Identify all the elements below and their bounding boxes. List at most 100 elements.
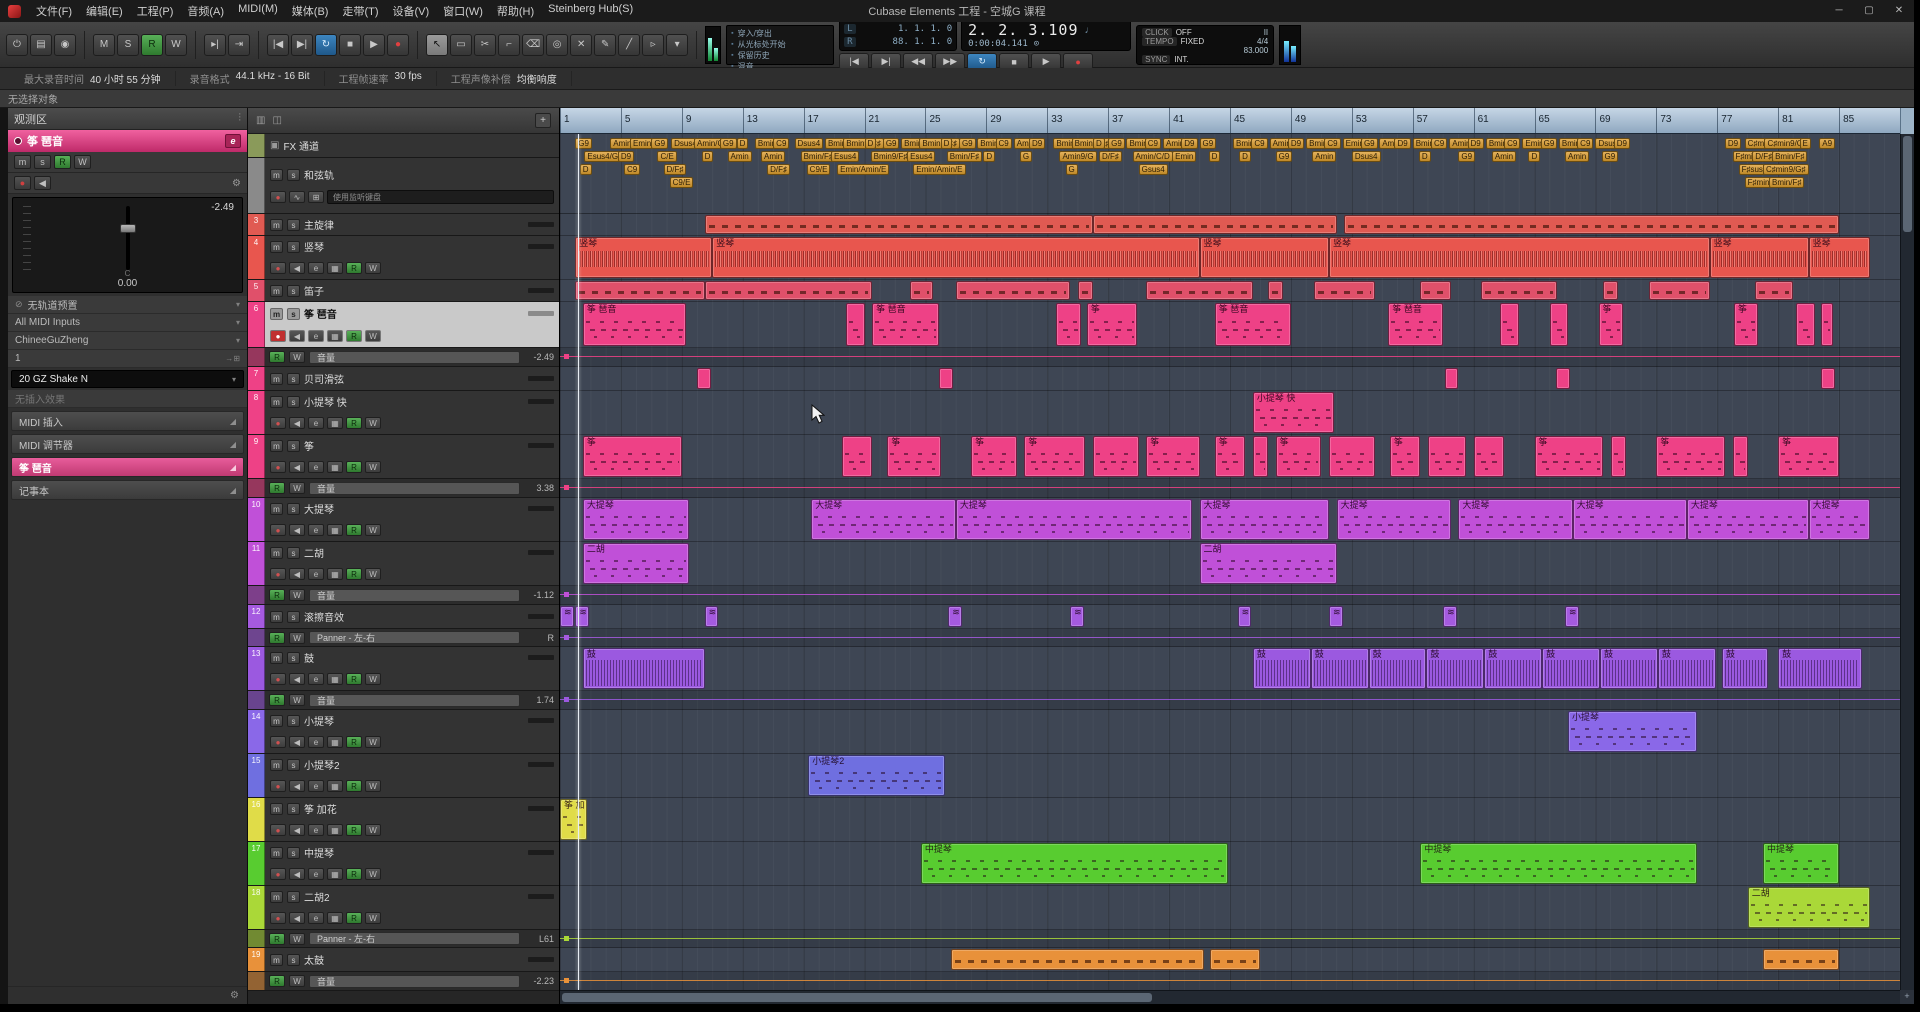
clip-melody[interactable] xyxy=(1092,215,1337,234)
lane-display-button[interactable]: ▦ xyxy=(327,912,343,925)
lane-vol-zheng[interactable] xyxy=(560,479,1900,498)
chord-event[interactable]: C9 xyxy=(623,164,641,175)
inspector-row-drum-map[interactable]: 无插入效果 xyxy=(8,390,247,408)
clip-zheng[interactable]: 筝 xyxy=(887,436,941,477)
vertical-scrollbar[interactable] xyxy=(1900,134,1914,990)
edit-instrument-button[interactable]: e xyxy=(308,780,324,793)
chord-event[interactable]: G9 xyxy=(958,138,976,149)
edit-instrument-button[interactable]: e xyxy=(308,824,324,837)
read-automation-button[interactable]: R xyxy=(346,736,362,749)
mini-stop-button[interactable]: ■ xyxy=(339,33,361,56)
clip-flute[interactable] xyxy=(1077,281,1093,300)
write-automation-button[interactable]: W xyxy=(365,868,381,881)
track-bass-slide[interactable]: 7 m s 贝司滑弦 xyxy=(248,367,559,391)
clip-zheng-payin[interactable]: 筝 琶音 xyxy=(582,303,687,346)
clip-zheng-payin[interactable]: 筝 琶音 xyxy=(1214,303,1291,346)
edit-instrument-button[interactable]: e xyxy=(308,329,324,342)
chord-event[interactable]: Esus4/G xyxy=(584,151,622,162)
lane-melody[interactable] xyxy=(560,214,1900,236)
chord-event[interactable]: Amin xyxy=(1491,151,1517,162)
edit-button[interactable]: ⊞ xyxy=(308,190,324,203)
track-zheng-jiahua[interactable]: 16 m s 筝 加花 ● ◀ e ▦ R W xyxy=(248,798,559,842)
chevron-down-icon[interactable]: ▾ xyxy=(232,375,236,384)
track-fx-channel[interactable]: ▣ FX 通道 xyxy=(248,134,559,158)
chord-event[interactable]: D9 xyxy=(617,151,635,162)
lane-violin[interactable]: 小提琴 xyxy=(560,710,1900,754)
clip-cello[interactable]: 大提琴 xyxy=(1808,499,1870,540)
read-automation-button[interactable]: R xyxy=(269,589,285,601)
clip-drums[interactable]: 鼓 xyxy=(1310,648,1369,689)
record-enable-button[interactable]: ● xyxy=(270,461,286,474)
track-harp[interactable]: 4 m s 竖琴 ● ◀ e ▦ R W xyxy=(248,236,559,280)
clip-erhu[interactable]: 二胡 xyxy=(582,543,690,584)
lane-display-button[interactable]: ▦ xyxy=(327,461,343,474)
read-automation-button[interactable]: R xyxy=(346,868,362,881)
write-automation-button[interactable]: W xyxy=(365,736,381,749)
write-automation-button[interactable]: W xyxy=(289,975,305,987)
split-tool-button[interactable]: ✂ xyxy=(474,33,496,56)
read-automation-button[interactable]: R xyxy=(269,932,285,945)
automation-parameter[interactable]: Panner - 左-右 xyxy=(309,932,520,945)
record-mode-1[interactable]: ▪ 从光标处开始 xyxy=(731,39,829,50)
locators-display[interactable]: L 1. 1. 1. 0 R 88. 1. 1. 0 xyxy=(839,19,958,51)
chord-event[interactable]: C9/E xyxy=(669,177,694,188)
clip-flute[interactable] xyxy=(955,281,1071,300)
lane-display-button[interactable]: ▦ xyxy=(327,329,343,342)
write-automation-button[interactable]: W xyxy=(289,351,305,363)
solo-button[interactable]: s xyxy=(287,953,300,966)
mini-record-button[interactable]: ● xyxy=(387,33,409,56)
track-drums[interactable]: 13 m s 鼓 ● ◀ e ▦ R W xyxy=(248,647,559,691)
write-automation-button[interactable]: W xyxy=(365,824,381,837)
lane-drums[interactable]: 鼓鼓鼓鼓鼓鼓鼓鼓鼓鼓鼓 xyxy=(560,647,1900,691)
chord-event[interactable]: D9 xyxy=(1181,138,1198,149)
clip-zheng-payin[interactable] xyxy=(1056,303,1081,346)
lane-vol-erhu[interactable] xyxy=(560,586,1900,605)
mute-button[interactable]: m xyxy=(270,890,283,903)
automation-parameter[interactable]: 音量 xyxy=(309,974,520,988)
primary-time-display[interactable]: 2. 2. 3.109 ♩ 0:00:04.141 ⊙ xyxy=(961,19,1132,51)
lane-vol-taiko[interactable] xyxy=(560,972,1900,990)
clip-zheng[interactable]: 筝 xyxy=(1389,436,1421,477)
inspector-row-program[interactable]: 20 GZ Shake N ▾ xyxy=(11,370,244,388)
track-zheng-payin[interactable]: 6ms 筝 琶音 ● ◀ e ▦ R W xyxy=(248,302,559,348)
clip-zheng[interactable]: 筝 xyxy=(1656,436,1725,477)
track-melody[interactable]: 3 m s 主旋律 xyxy=(248,214,559,236)
menu-item-edit[interactable]: 编辑(E) xyxy=(79,0,130,22)
write-automation-button[interactable]: W xyxy=(365,568,381,581)
clip-drums[interactable]: 鼓 xyxy=(1600,648,1658,689)
clip-flute[interactable] xyxy=(1648,281,1710,300)
solo-button[interactable]: s xyxy=(287,439,300,452)
clip-zheng[interactable] xyxy=(1473,436,1505,477)
clip-drums[interactable]: 鼓 xyxy=(1657,648,1716,689)
clip-gliss-fx[interactable]: ≋ xyxy=(575,606,589,627)
chord-event[interactable]: C9 xyxy=(1431,138,1448,149)
read-automation-button[interactable]: R xyxy=(346,329,362,342)
mute-button[interactable]: m xyxy=(270,846,283,859)
lane-display-button[interactable]: ▦ xyxy=(327,736,343,749)
track-filter-icon[interactable]: ▥ xyxy=(256,115,265,126)
solo-button[interactable]: s xyxy=(287,168,300,181)
write-automation-button[interactable]: W xyxy=(289,694,305,706)
chord-event[interactable]: D/F♯ xyxy=(1099,151,1122,162)
edit-instrument-button[interactable]: e xyxy=(308,262,324,275)
clip-drums[interactable]: 鼓 xyxy=(1778,648,1862,689)
clip-cello[interactable]: 大提琴 xyxy=(1199,499,1329,540)
solo-button[interactable]: s xyxy=(287,546,300,559)
chord-event[interactable]: G9 xyxy=(1601,151,1619,162)
clip-zheng-payin[interactable] xyxy=(1549,303,1569,346)
chord-event[interactable]: D xyxy=(736,138,749,149)
mute-button[interactable]: m xyxy=(270,168,283,181)
record-enable-button[interactable]: ● xyxy=(270,868,286,881)
mini-cycle-button[interactable]: ↻ xyxy=(315,33,337,56)
chord-event[interactable]: G9 xyxy=(1275,151,1293,162)
monitor-button[interactable]: ◀ xyxy=(289,673,305,686)
track-taiko[interactable]: 19 m s 太鼓 xyxy=(248,948,559,972)
solo-button[interactable]: s xyxy=(287,502,300,515)
lane-vol-drums[interactable] xyxy=(560,691,1900,710)
vertical-scroll-thumb[interactable] xyxy=(1903,136,1912,232)
clip-cello[interactable]: 大提琴 xyxy=(1336,499,1451,540)
glue-tool-button[interactable]: ⌐ xyxy=(498,33,520,56)
chord-event[interactable]: Bmin/F♯ xyxy=(946,151,983,162)
inspector-section-output-channel[interactable]: 筝 琶音 ◢ xyxy=(11,457,244,477)
chord-event[interactable]: C9 xyxy=(995,138,1012,149)
